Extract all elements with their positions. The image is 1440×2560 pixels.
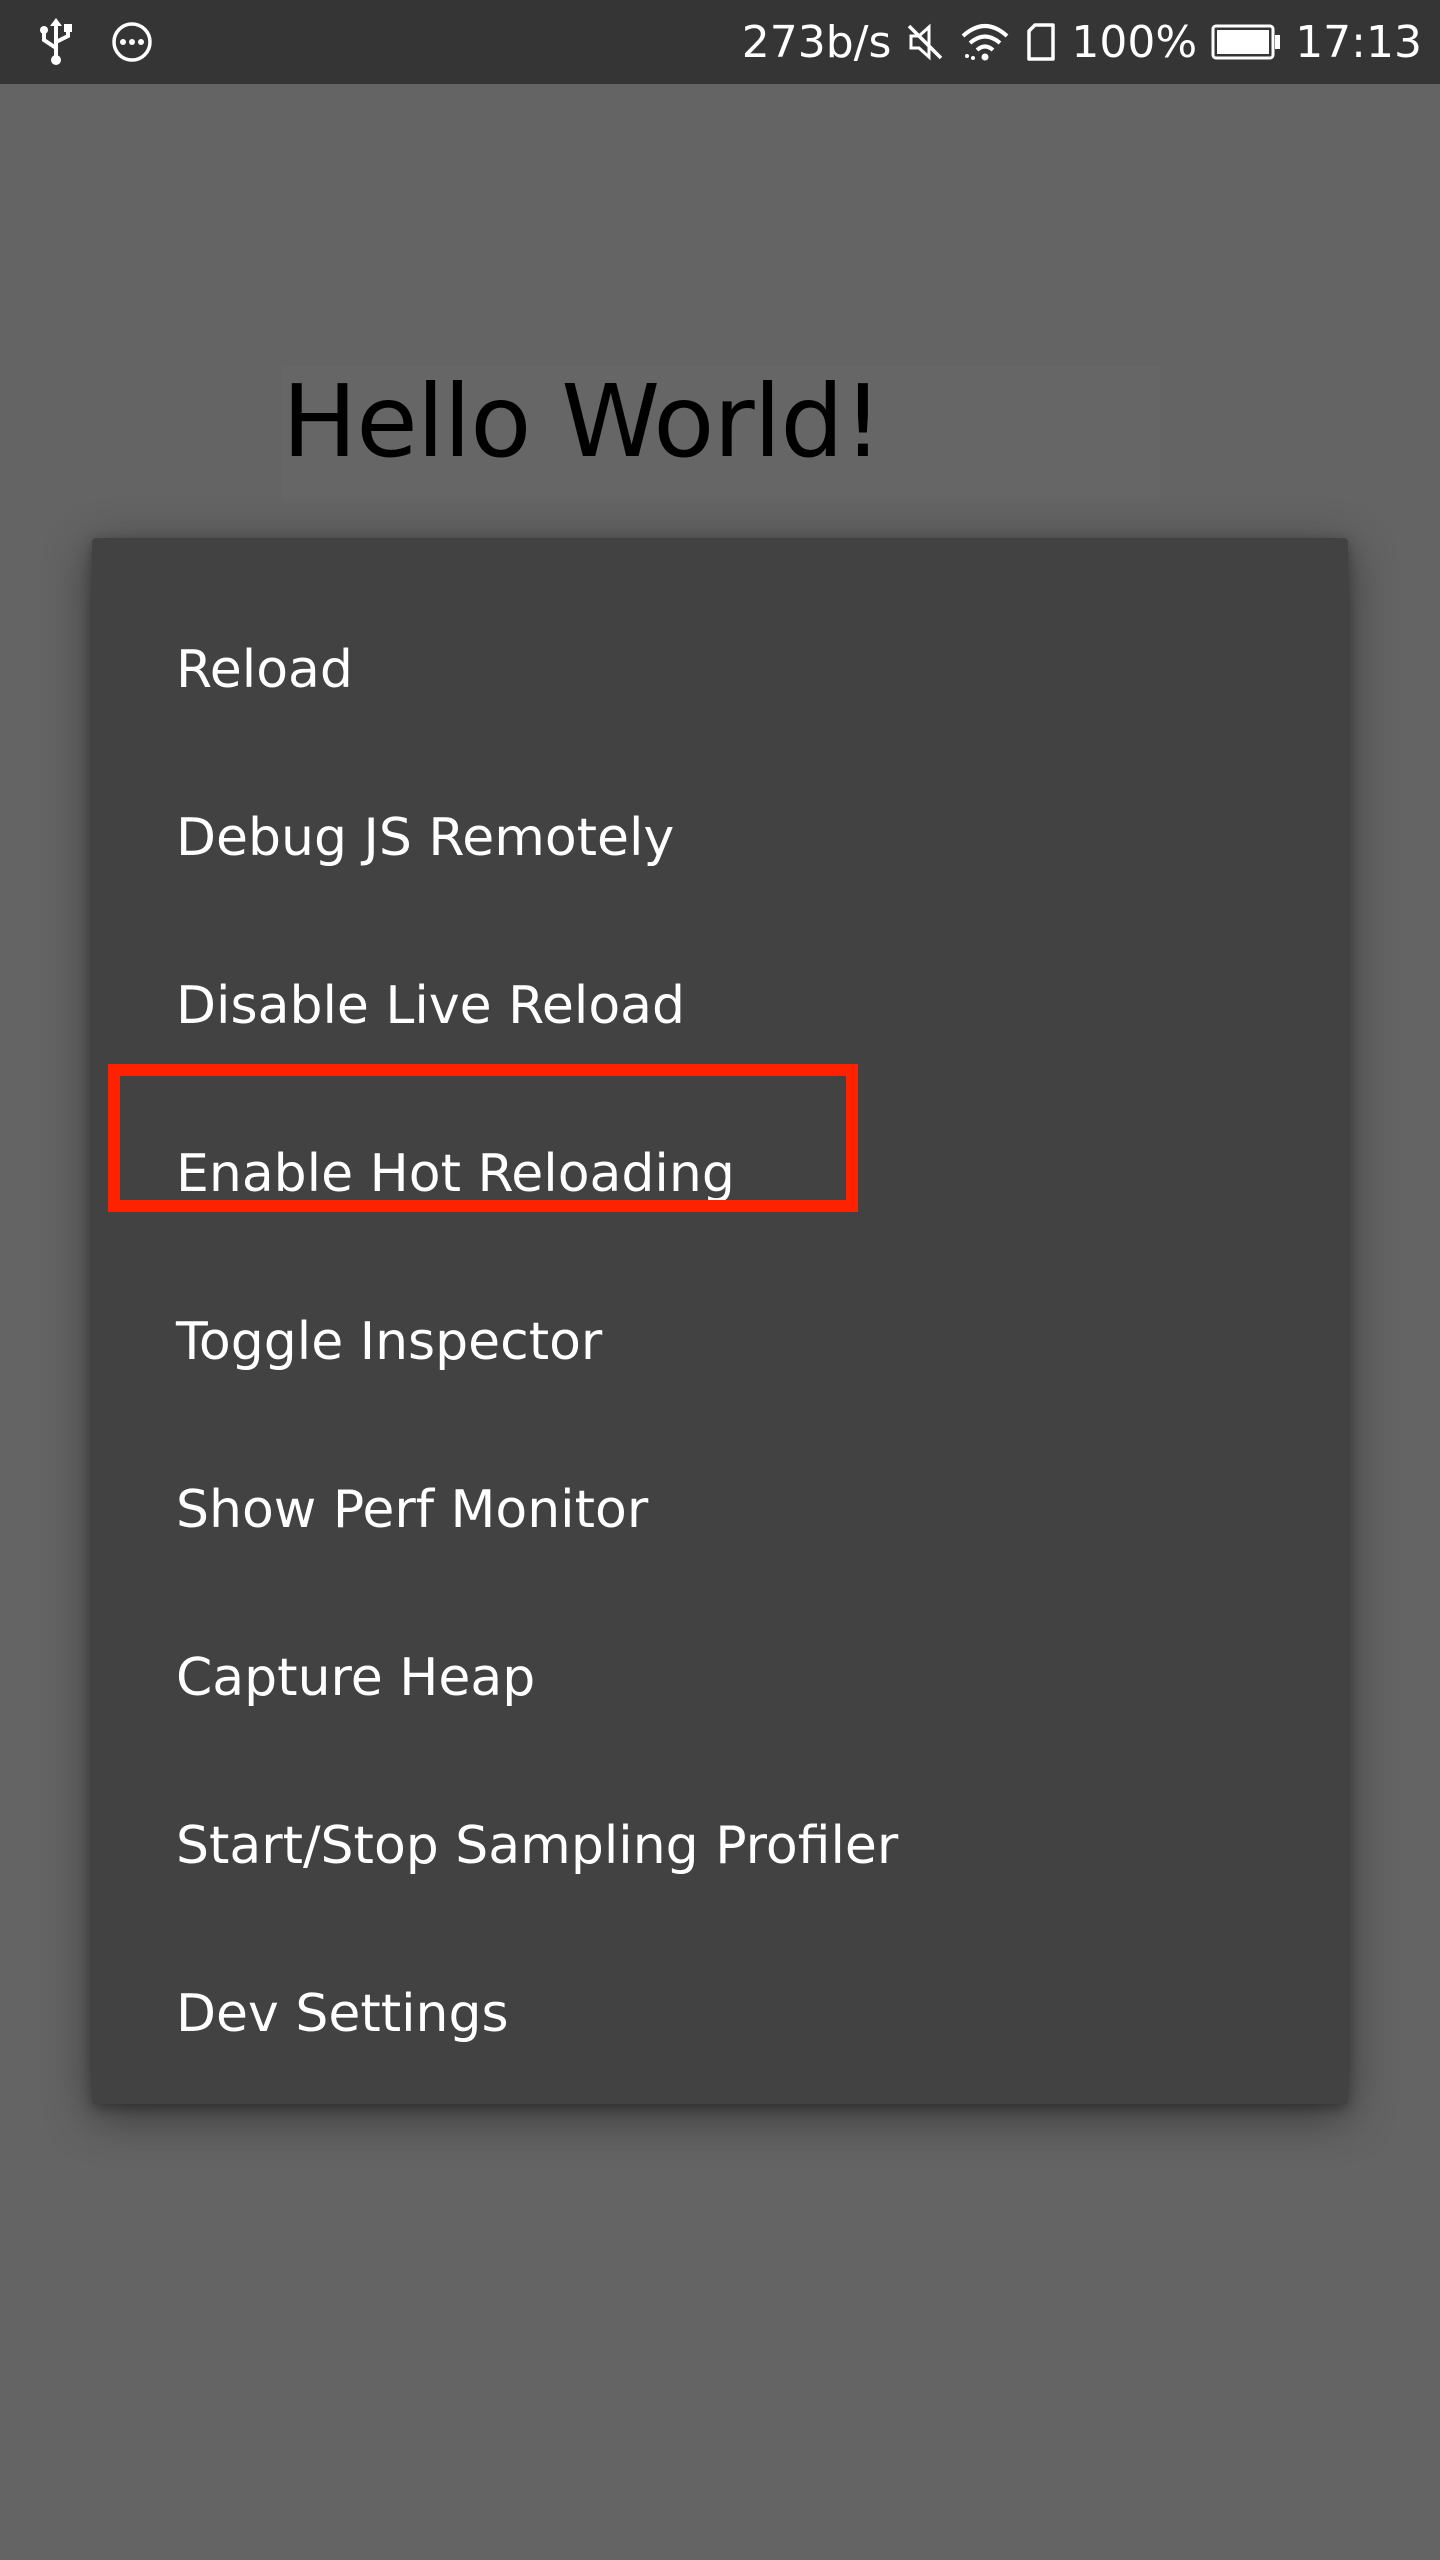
menu-item-show-perf-monitor[interactable]: Show Perf Monitor [92,1426,1348,1594]
battery-icon [1211,24,1281,60]
highlight-box [108,1064,858,1212]
menu-item-sampling-profiler[interactable]: Start/Stop Sampling Profiler [92,1762,1348,1930]
clock-time: 17:13 [1295,16,1422,68]
menu-item-label: Disable Live Reload [176,976,686,1036]
menu-item-label: Reload [176,640,353,700]
dev-menu-list: Reload Debug JS Remotely Disable Live Re… [92,586,1348,2098]
menu-item-capture-heap[interactable]: Capture Heap [92,1594,1348,1762]
status-bar-left [36,14,154,70]
wifi-icon [959,22,1011,62]
status-bar: 273b/s 100% 17:13 [0,0,1440,84]
menu-item-label: Start/Stop Sampling Profiler [176,1816,899,1876]
status-bar-right: 273b/s 100% 17:13 [742,0,1422,84]
mute-icon [905,22,945,62]
sim-card-icon [1025,22,1057,62]
hello-world-text: Hello World! [282,363,883,480]
usb-icon [36,18,76,66]
menu-item-debug-js-remotely[interactable]: Debug JS Remotely [92,754,1348,922]
menu-item-toggle-inspector[interactable]: Toggle Inspector [92,1258,1348,1426]
menu-item-dev-settings[interactable]: Dev Settings [92,1930,1348,2098]
menu-item-label: Show Perf Monitor [176,1480,649,1540]
menu-item-label: Toggle Inspector [176,1312,603,1372]
menu-item-label: Dev Settings [176,1984,509,2044]
menu-item-label: Capture Heap [176,1648,536,1708]
menu-item-label: Debug JS Remotely [176,808,675,868]
more-dots-icon [110,20,154,64]
menu-item-reload[interactable]: Reload [92,586,1348,754]
network-speed: 273b/s [741,16,892,68]
dev-menu-dialog: Reload Debug JS Remotely Disable Live Re… [92,538,1348,2104]
battery-percent: 100% [1071,16,1198,68]
